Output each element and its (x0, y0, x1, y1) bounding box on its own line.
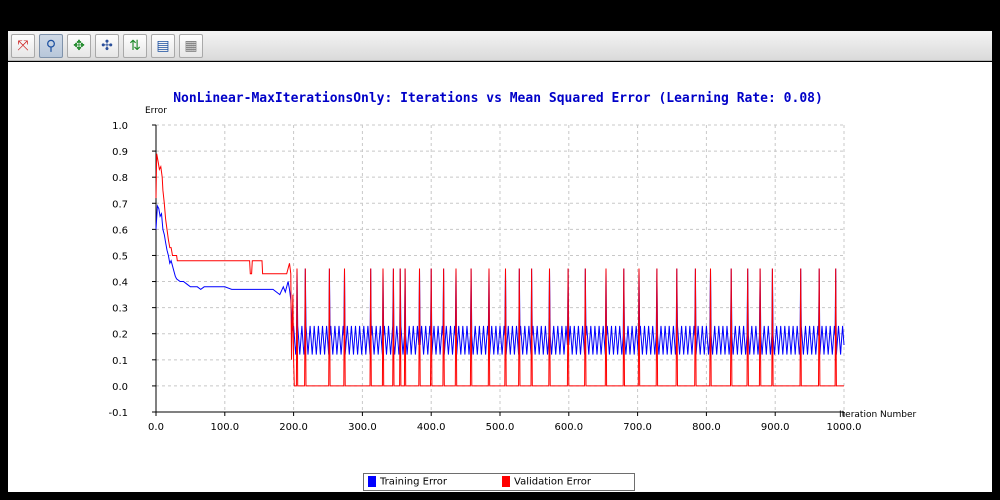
y-axis-label: Error (145, 106, 167, 116)
pan-icon: ✥ (73, 38, 85, 54)
line-chart: NonLinear-MaxIterationsOnly: Iterations … (108, 91, 916, 433)
legend-item-validation: Validation Error (502, 476, 591, 488)
y-tick-label: 0.7 (112, 199, 128, 210)
axes (152, 124, 845, 416)
data-points-icon: ⇅ (129, 38, 141, 54)
zoom-button[interactable]: ⚲ (39, 34, 63, 58)
crosshair-icon: ✣ (101, 38, 113, 54)
x-tick-label: 100.0 (210, 422, 239, 433)
y-tick-label: 0.8 (112, 173, 128, 184)
plot-panel: NonLinear-MaxIterationsOnly: Iterations … (8, 62, 992, 492)
export-button[interactable]: ▤ (151, 34, 175, 58)
x-tick-label: 500.0 (486, 422, 515, 433)
y-tick-label: 0.2 (112, 330, 128, 341)
chart-title: NonLinear-MaxIterationsOnly: Iterations … (173, 91, 823, 106)
crosshair-button[interactable]: ✣ (95, 34, 119, 58)
zoom-fit-button[interactable]: ⤧ (11, 34, 35, 58)
x-tick-label: 300.0 (348, 422, 377, 433)
grid (155, 124, 845, 413)
y-tick-label: 0.9 (112, 147, 128, 158)
zoom-fit-icon: ⤧ (17, 38, 29, 54)
chart-toolbar: ⤧ ⚲ ✥ ✣ ⇅ ▤ ▦ (8, 31, 992, 61)
pan-button[interactable]: ✥ (67, 34, 91, 58)
x-tick-label: 900.0 (761, 422, 790, 433)
legend-label-training: Training Error (380, 476, 448, 488)
x-tick-label: 200.0 (279, 422, 308, 433)
legend-swatch-training (368, 476, 376, 487)
zoom-icon: ⚲ (45, 38, 57, 54)
y-tick-label: 0.5 (112, 251, 128, 262)
table-icon: ▦ (184, 38, 198, 54)
table-button[interactable]: ▦ (179, 34, 203, 58)
x-axis-label: Iteration Number (839, 410, 916, 420)
x-tick-label: 0.0 (148, 422, 164, 433)
legend-swatch-validation (502, 476, 510, 487)
legend-label-validation: Validation Error (514, 476, 591, 488)
x-tick-label: 700.0 (623, 422, 652, 433)
y-tick-label: 0.3 (112, 304, 128, 315)
y-tick-label: 0.4 (112, 278, 128, 289)
y-tick-label: -0.1 (108, 408, 128, 419)
y-tick-label: 1.0 (112, 121, 128, 132)
legend-item-training: Training Error (368, 476, 447, 488)
x-tick-label: 800.0 (692, 422, 721, 433)
x-tick-label: 1000.0 (827, 422, 862, 433)
x-tick-label: 600.0 (554, 422, 583, 433)
data-points-button[interactable]: ⇅ (123, 34, 147, 58)
y-tick-label: 0.0 (112, 382, 128, 393)
export-icon: ▤ (156, 38, 170, 54)
legend: Training Error Validation Error (363, 473, 635, 491)
y-tick-label: 0.1 (112, 356, 128, 367)
y-tick-label: 0.6 (112, 225, 128, 236)
x-tick-label: 400.0 (417, 422, 446, 433)
